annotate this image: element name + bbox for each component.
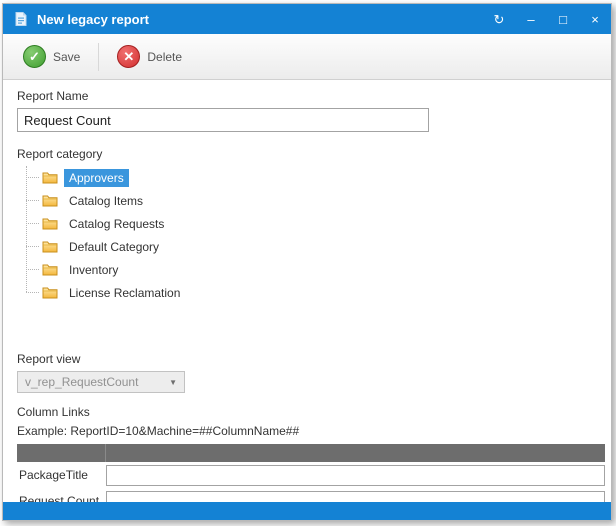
report-category-label: Report category (17, 147, 597, 161)
report-name-label: Report Name (17, 89, 597, 103)
column-links-label: Column Links (17, 405, 597, 419)
tree-item-label: Default Category (64, 238, 164, 256)
maximize-icon[interactable]: □ (557, 13, 569, 26)
save-check-icon: ✓ (23, 45, 46, 68)
tree-item-approvers[interactable]: Approvers (26, 166, 597, 189)
tree-item-catalog-items[interactable]: Catalog Items (26, 189, 597, 212)
column-links-rows: PackageTitle Request Count (17, 462, 605, 502)
save-button[interactable]: ✓ Save (15, 41, 88, 72)
window-controls: ↻ – □ × (493, 13, 601, 26)
toolbar-divider (98, 43, 99, 71)
tree-item-label: Catalog Items (64, 192, 148, 210)
tree-connector-line (26, 200, 39, 201)
delete-x-icon: ✕ (117, 45, 140, 68)
column-link-row: PackageTitle (17, 462, 605, 488)
minimize-icon[interactable]: – (525, 13, 537, 26)
tree-item-label: Catalog Requests (64, 215, 169, 233)
refresh-icon[interactable]: ↻ (493, 13, 505, 26)
footer-bar (3, 502, 611, 520)
tree-connector-line (26, 223, 39, 224)
toolbar: ✓ Save ✕ Delete (3, 34, 611, 80)
column-link-row-input[interactable] (106, 491, 605, 503)
tree-connector-line (26, 292, 39, 293)
column-links-table: PackageTitle Request Count (17, 444, 605, 502)
report-view-label: Report view (17, 352, 597, 366)
column-link-row-input[interactable] (106, 465, 605, 486)
report-view-value: v_rep_RequestCount (25, 375, 138, 389)
folder-icon (42, 217, 58, 230)
folder-icon (42, 263, 58, 276)
report-view-select[interactable]: v_rep_RequestCount ▼ (17, 371, 185, 393)
column-link-row: Request Count (17, 488, 605, 502)
tree-item-label: Approvers (64, 169, 129, 187)
tree-item-license-reclamation[interactable]: License Reclamation (26, 281, 597, 304)
report-icon (13, 11, 29, 27)
dialog-body: Report Name Report category Approvers Cat… (3, 80, 611, 502)
header-cell-label (17, 444, 106, 462)
folder-icon (42, 286, 58, 299)
tree-item-catalog-requests[interactable]: Catalog Requests (26, 212, 597, 235)
tree-item-label: License Reclamation (64, 284, 185, 302)
delete-button-label: Delete (147, 50, 182, 64)
save-button-label: Save (53, 50, 80, 64)
dialog-window: New legacy report ↻ – □ × ✓ Save ✕ Delet… (2, 3, 612, 521)
tree-item-inventory[interactable]: Inventory (26, 258, 597, 281)
folder-icon (42, 194, 58, 207)
titlebar: New legacy report ↻ – □ × (3, 4, 611, 34)
window-title: New legacy report (37, 12, 149, 27)
tree-connector-line (26, 246, 39, 247)
tree-item-label: Inventory (64, 261, 123, 279)
tree-connector-line (26, 269, 39, 270)
report-name-input[interactable] (17, 108, 429, 132)
column-link-row-label: Request Count (17, 494, 106, 502)
chevron-down-icon: ▼ (169, 378, 177, 387)
folder-icon (42, 240, 58, 253)
column-links-table-header (17, 444, 605, 462)
column-links-example: Example: ReportID=10&Machine=##ColumnNam… (17, 424, 597, 438)
category-tree: Approvers Catalog Items Catalog Requests De… (26, 166, 597, 304)
close-icon[interactable]: × (589, 13, 601, 26)
folder-icon (42, 171, 58, 184)
delete-button[interactable]: ✕ Delete (109, 41, 190, 72)
tree-item-default-category[interactable]: Default Category (26, 235, 597, 258)
header-cell-value (106, 444, 605, 462)
column-link-row-label: PackageTitle (17, 468, 106, 482)
tree-connector-line (26, 177, 39, 178)
